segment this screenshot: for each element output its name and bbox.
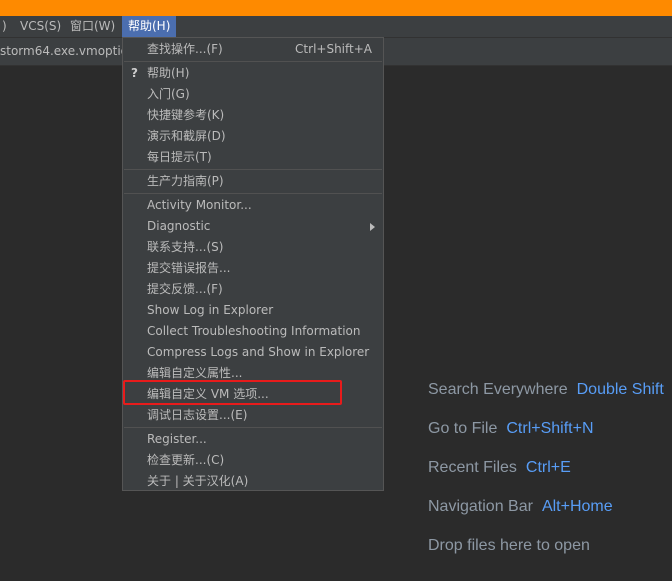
menu-item-previous[interactable]: ): [0, 16, 13, 37]
menu-vcs[interactable]: VCS(S): [14, 16, 67, 37]
menu-show-log-in-explorer[interactable]: Show Log in Explorer: [123, 300, 383, 321]
hint-label: Drop files here to open: [428, 537, 590, 554]
menu-item-label: 演示和截屏(D): [147, 129, 226, 143]
menu-item-label: Register...: [147, 432, 207, 446]
menu-demos-screencasts[interactable]: 演示和截屏(D): [123, 126, 383, 147]
menu-submit-bug-report[interactable]: 提交错误报告...: [123, 258, 383, 279]
menu-item-label: 快捷键参考(K): [147, 108, 225, 122]
main-menu-bar: ) VCS(S) 窗口(W) 帮助(H): [0, 16, 672, 38]
menu-compress-logs[interactable]: Compress Logs and Show in Explorer: [123, 342, 383, 363]
menu-item-label: 生产力指南(P): [147, 174, 224, 188]
hint-shortcut: Double Shift: [576, 381, 664, 398]
hint-shortcut: Ctrl+Shift+N: [506, 420, 594, 437]
question-mark-icon: ?: [131, 66, 138, 80]
hint-label: Navigation Bar: [428, 498, 533, 515]
hint-shortcut: Alt+Home: [541, 498, 613, 515]
menu-item-label: 每日提示(T): [147, 150, 212, 164]
hint-recent-files: Recent Files Ctrl+E: [428, 459, 571, 477]
hint-go-to-file: Go to File Ctrl+Shift+N: [428, 420, 594, 438]
menu-submit-feedback[interactable]: 提交反馈...(F): [123, 279, 383, 300]
menu-item-label: 检查更新...(C): [147, 453, 225, 467]
hint-drop-files: Drop files here to open: [428, 537, 590, 555]
menu-item-label: 帮助(H): [147, 66, 190, 80]
menu-item-label: 入门(G): [147, 87, 190, 101]
menu-item-label: 提交反馈...(F): [147, 282, 223, 296]
annotation-highlight-box: [123, 380, 342, 405]
menu-item-label: Show Log in Explorer: [147, 303, 274, 317]
menu-item-label: Activity Monitor...: [147, 198, 252, 212]
menu-separator: [124, 169, 382, 170]
menu-check-updates[interactable]: 检查更新...(C): [123, 450, 383, 471]
menu-activity-monitor[interactable]: Activity Monitor...: [123, 195, 383, 216]
menu-separator: [124, 427, 382, 428]
menu-tip-of-the-day[interactable]: 每日提示(T): [123, 147, 383, 168]
menu-separator: [124, 61, 382, 62]
menu-item-label: 联系支持...(S): [147, 240, 224, 254]
menu-item-label: 关于 | 关于汉化(A): [147, 474, 249, 488]
hint-label: Go to File: [428, 420, 498, 437]
help-menu-dropdown: 查找操作...(F) Ctrl+Shift+A ? 帮助(H) 入门(G) 快捷…: [122, 37, 384, 491]
menu-about[interactable]: 关于 | 关于汉化(A): [123, 471, 383, 492]
hint-search-everywhere: Search Everywhere Double Shift: [428, 381, 664, 399]
menu-find-action[interactable]: 查找操作...(F) Ctrl+Shift+A: [123, 39, 383, 60]
menu-collect-troubleshooting[interactable]: Collect Troubleshooting Information: [123, 321, 383, 342]
title-bar-accent: [0, 0, 672, 16]
menu-item-shortcut: Ctrl+Shift+A: [295, 42, 372, 56]
menu-register[interactable]: Register...: [123, 429, 383, 450]
menu-item-label: 调试日志设置...(E): [147, 408, 248, 422]
menu-item-label: 提交错误报告...: [147, 261, 231, 275]
menu-contact-support[interactable]: 联系支持...(S): [123, 237, 383, 258]
menu-window[interactable]: 窗口(W): [64, 16, 121, 37]
submenu-arrow-icon: [370, 223, 375, 231]
menu-getting-started[interactable]: 入门(G): [123, 84, 383, 105]
editor-tab-vmoptions[interactable]: storm64.exe.vmoption: [0, 38, 136, 65]
menu-item-label: Diagnostic: [147, 219, 211, 233]
menu-help[interactable]: 帮助(H): [122, 16, 177, 37]
menu-help-contents[interactable]: ? 帮助(H): [123, 63, 383, 84]
menu-diagnostic[interactable]: Diagnostic: [123, 216, 383, 237]
ide-window: ) VCS(S) 窗口(W) 帮助(H) storm64.exe.vmoptio…: [0, 0, 672, 581]
menu-keymap-reference[interactable]: 快捷键参考(K): [123, 105, 383, 126]
hint-shortcut: Ctrl+E: [525, 459, 571, 476]
hint-navigation-bar: Navigation Bar Alt+Home: [428, 498, 613, 516]
menu-debug-log-settings[interactable]: 调试日志设置...(E): [123, 405, 383, 426]
menu-item-label: 查找操作...(F): [147, 42, 223, 56]
menu-separator: [124, 193, 382, 194]
menu-productivity-guide[interactable]: 生产力指南(P): [123, 171, 383, 192]
menu-item-label: Collect Troubleshooting Information: [147, 324, 361, 338]
hint-label: Search Everywhere: [428, 381, 568, 398]
hint-label: Recent Files: [428, 459, 517, 476]
menu-item-label: Compress Logs and Show in Explorer: [147, 345, 370, 359]
